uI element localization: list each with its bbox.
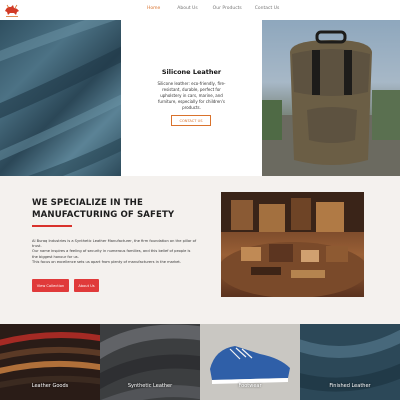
about-paragraph-3: This focus on excellence sets us apart f… [32,259,181,264]
category-footwear[interactable]: Footwear [200,324,300,400]
category-label: Leather Goods [31,383,69,389]
contact-us-button[interactable]: CONTACT US [171,115,211,126]
backpack-image [262,20,400,176]
category-label: Finished Leather [329,383,371,389]
product-categories: Leather Goods Synthetic Leather Footwear… [0,324,400,400]
section-heading: WE SPECIALIZE IN THE MANUFACTURING OF SA… [32,197,202,221]
about-us-button[interactable]: About Us [74,279,99,292]
category-label: Synthetic Leather [127,383,173,389]
nav-home[interactable]: Home [147,6,160,11]
heading-underline [32,225,72,227]
about-section: WE SPECIALIZE IN THE MANUFACTURING OF SA… [0,176,400,324]
category-leather-goods[interactable]: Leather Goods [0,324,100,400]
heading-line-2: MANUFACTURING OF SAFETY [32,210,175,220]
category-finished-leather[interactable]: Finished Leather [300,324,400,400]
heading-line-1: WE SPECIALIZE IN THE [32,198,143,208]
category-label: Footwear [238,383,262,389]
nav-about-us[interactable]: About Us [177,6,197,11]
view-collection-button[interactable]: View Collection [32,279,69,292]
leather-goods-display-image [221,192,364,297]
top-navigation-bar: Home About Us Our Products Contact Us [0,0,400,20]
about-paragraph-2: Our name inspires a feeling of security … [32,249,191,259]
nav-our-products[interactable]: Our Products [213,6,242,11]
hero-title: Silicone Leather [161,68,222,76]
nav-contact-us[interactable]: Contact Us [255,6,280,11]
blue-leather-image [0,20,121,176]
hero-text-card: Silicone Leather Silicone leather: eco-f… [121,20,262,176]
about-paragraph-1: Al Buraq Industries is a Synthetic Leath… [32,239,197,249]
bull-logo-icon[interactable] [3,2,21,18]
category-synthetic-leather[interactable]: Synthetic Leather [100,324,200,400]
hero-section: Silicone Leather Silicone leather: eco-f… [0,20,400,176]
hero-description: Silicone leather: eco-friendly, fire-res… [157,81,226,110]
about-paragraph: Al Buraq Industries is a Synthetic Leath… [32,239,197,265]
